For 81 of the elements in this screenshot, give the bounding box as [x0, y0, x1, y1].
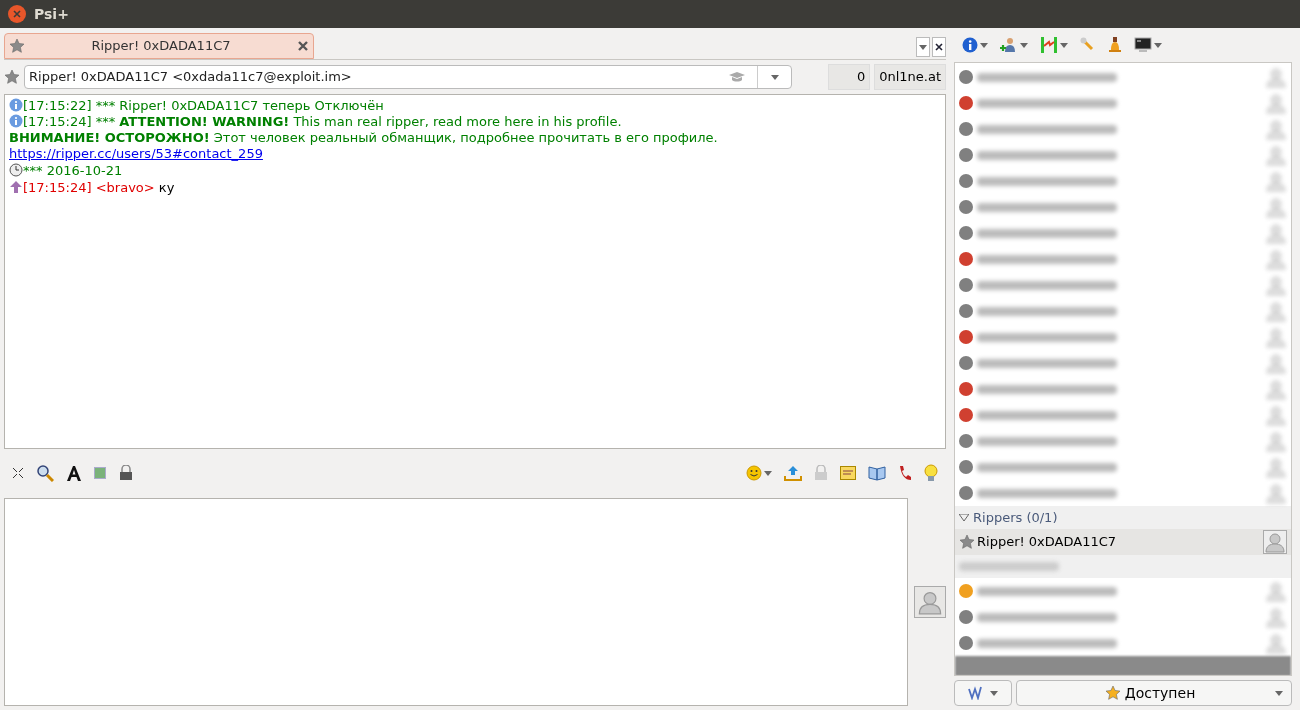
avatar-icon [1265, 300, 1287, 322]
status-message: [17:15:22] *** Ripper! 0xDADA11C7 теперь Отключён [9, 98, 941, 114]
caret-icon [919, 44, 927, 50]
avatar-icon [1265, 118, 1287, 140]
star-icon [4, 69, 20, 85]
avatar-icon [1265, 248, 1287, 270]
window-title: Psi+ [34, 4, 69, 24]
avatar-icon [1265, 170, 1287, 192]
square-icon [94, 467, 106, 479]
info-icon [962, 37, 978, 53]
wave-letter-icon [968, 686, 982, 700]
roster-group[interactable]: Rippers (0/1) [955, 506, 1291, 529]
shrink-icon [12, 467, 24, 479]
avatar-icon [1265, 632, 1287, 654]
roster-contact[interactable]: Ripper! 0xDADA11C7 [955, 529, 1291, 555]
avatar-icon [1265, 456, 1287, 478]
chat-message: [17:15:24] <bravo> ку [9, 180, 941, 196]
padlock-icon [814, 465, 828, 481]
avatar-icon [1265, 482, 1287, 504]
message-input[interactable] [4, 498, 908, 706]
avatar-icon [1265, 326, 1287, 348]
avatar-icon [1265, 404, 1287, 426]
caret-icon [1060, 42, 1068, 48]
letter-a-icon [66, 465, 82, 481]
close-icon [13, 10, 21, 18]
profile-link[interactable]: https://ripper.cc/users/53#contact_259 [9, 146, 263, 161]
caret-icon [764, 470, 772, 476]
avatar-icon [1265, 378, 1287, 400]
avatar-icon [1265, 144, 1287, 166]
close-icon [935, 43, 943, 51]
tab-menu-button[interactable] [916, 37, 930, 57]
message-counter: 0 [828, 64, 871, 90]
avatar-icon [1265, 66, 1287, 88]
star-icon [9, 38, 25, 54]
close-button[interactable] [8, 5, 26, 23]
phone-icon [898, 465, 912, 481]
smiley-icon [746, 465, 762, 481]
star-icon [1104, 685, 1121, 701]
pep-button[interactable] [954, 680, 1012, 706]
status-message: [17:15:24] *** ATTENTION! WARNING! This man real ripper, read more here in his profile. [9, 114, 941, 130]
graduation-cap-icon [729, 71, 745, 83]
caret-icon [990, 690, 998, 696]
chat-tab[interactable]: Ripper! 0xDADA11C7 [4, 33, 314, 59]
clock-icon [9, 163, 23, 177]
warning-text: ВНИМАНИЕ! ОСТОРОЖНО! Этот человек реальный обманщик, подробнее прочитать в его профиле. [9, 130, 719, 146]
status-button[interactable]: Доступен [1016, 680, 1292, 706]
caret-icon [1275, 690, 1283, 696]
transfer-icon [1040, 37, 1058, 53]
caret-icon [980, 42, 988, 48]
avatar-icon [1265, 222, 1287, 244]
avatar-icon [1265, 274, 1287, 296]
caret-icon [770, 74, 779, 80]
arrow-up-icon [9, 180, 23, 194]
close-icon[interactable] [297, 40, 309, 52]
address-field[interactable]: Ripper! 0xDADA11C7 <0xdada11c7@exploit.im> [24, 65, 792, 89]
light-bulb-icon [924, 464, 938, 482]
avatar-icon [1265, 352, 1287, 374]
info-icon [9, 98, 23, 112]
avatar-icon [1265, 606, 1287, 628]
avatar-icon [1265, 196, 1287, 218]
caret-icon [1154, 42, 1162, 48]
avatar-icon [1265, 580, 1287, 602]
book-icon [868, 465, 886, 481]
star-icon [959, 534, 975, 550]
person-plus-icon [1000, 37, 1018, 53]
note-icon [840, 466, 856, 480]
info-icon [9, 114, 23, 128]
padlock-icon [118, 465, 134, 481]
monitor-icon [1134, 37, 1152, 53]
avatar-icon [1265, 430, 1287, 452]
expand-triangle-icon [959, 513, 969, 522]
wrench-icon [1080, 37, 1096, 53]
avatar-icon [1265, 92, 1287, 114]
date-separator: *** 2016-10-21 [9, 163, 941, 179]
upload-icon [784, 465, 802, 481]
account-label: 0nl1ne.at [874, 64, 946, 90]
avatar-icon [1264, 531, 1286, 553]
caret-icon [1020, 42, 1028, 48]
bell-icon [1108, 37, 1122, 53]
close-tab-button[interactable] [932, 37, 946, 57]
search-icon [36, 464, 54, 482]
